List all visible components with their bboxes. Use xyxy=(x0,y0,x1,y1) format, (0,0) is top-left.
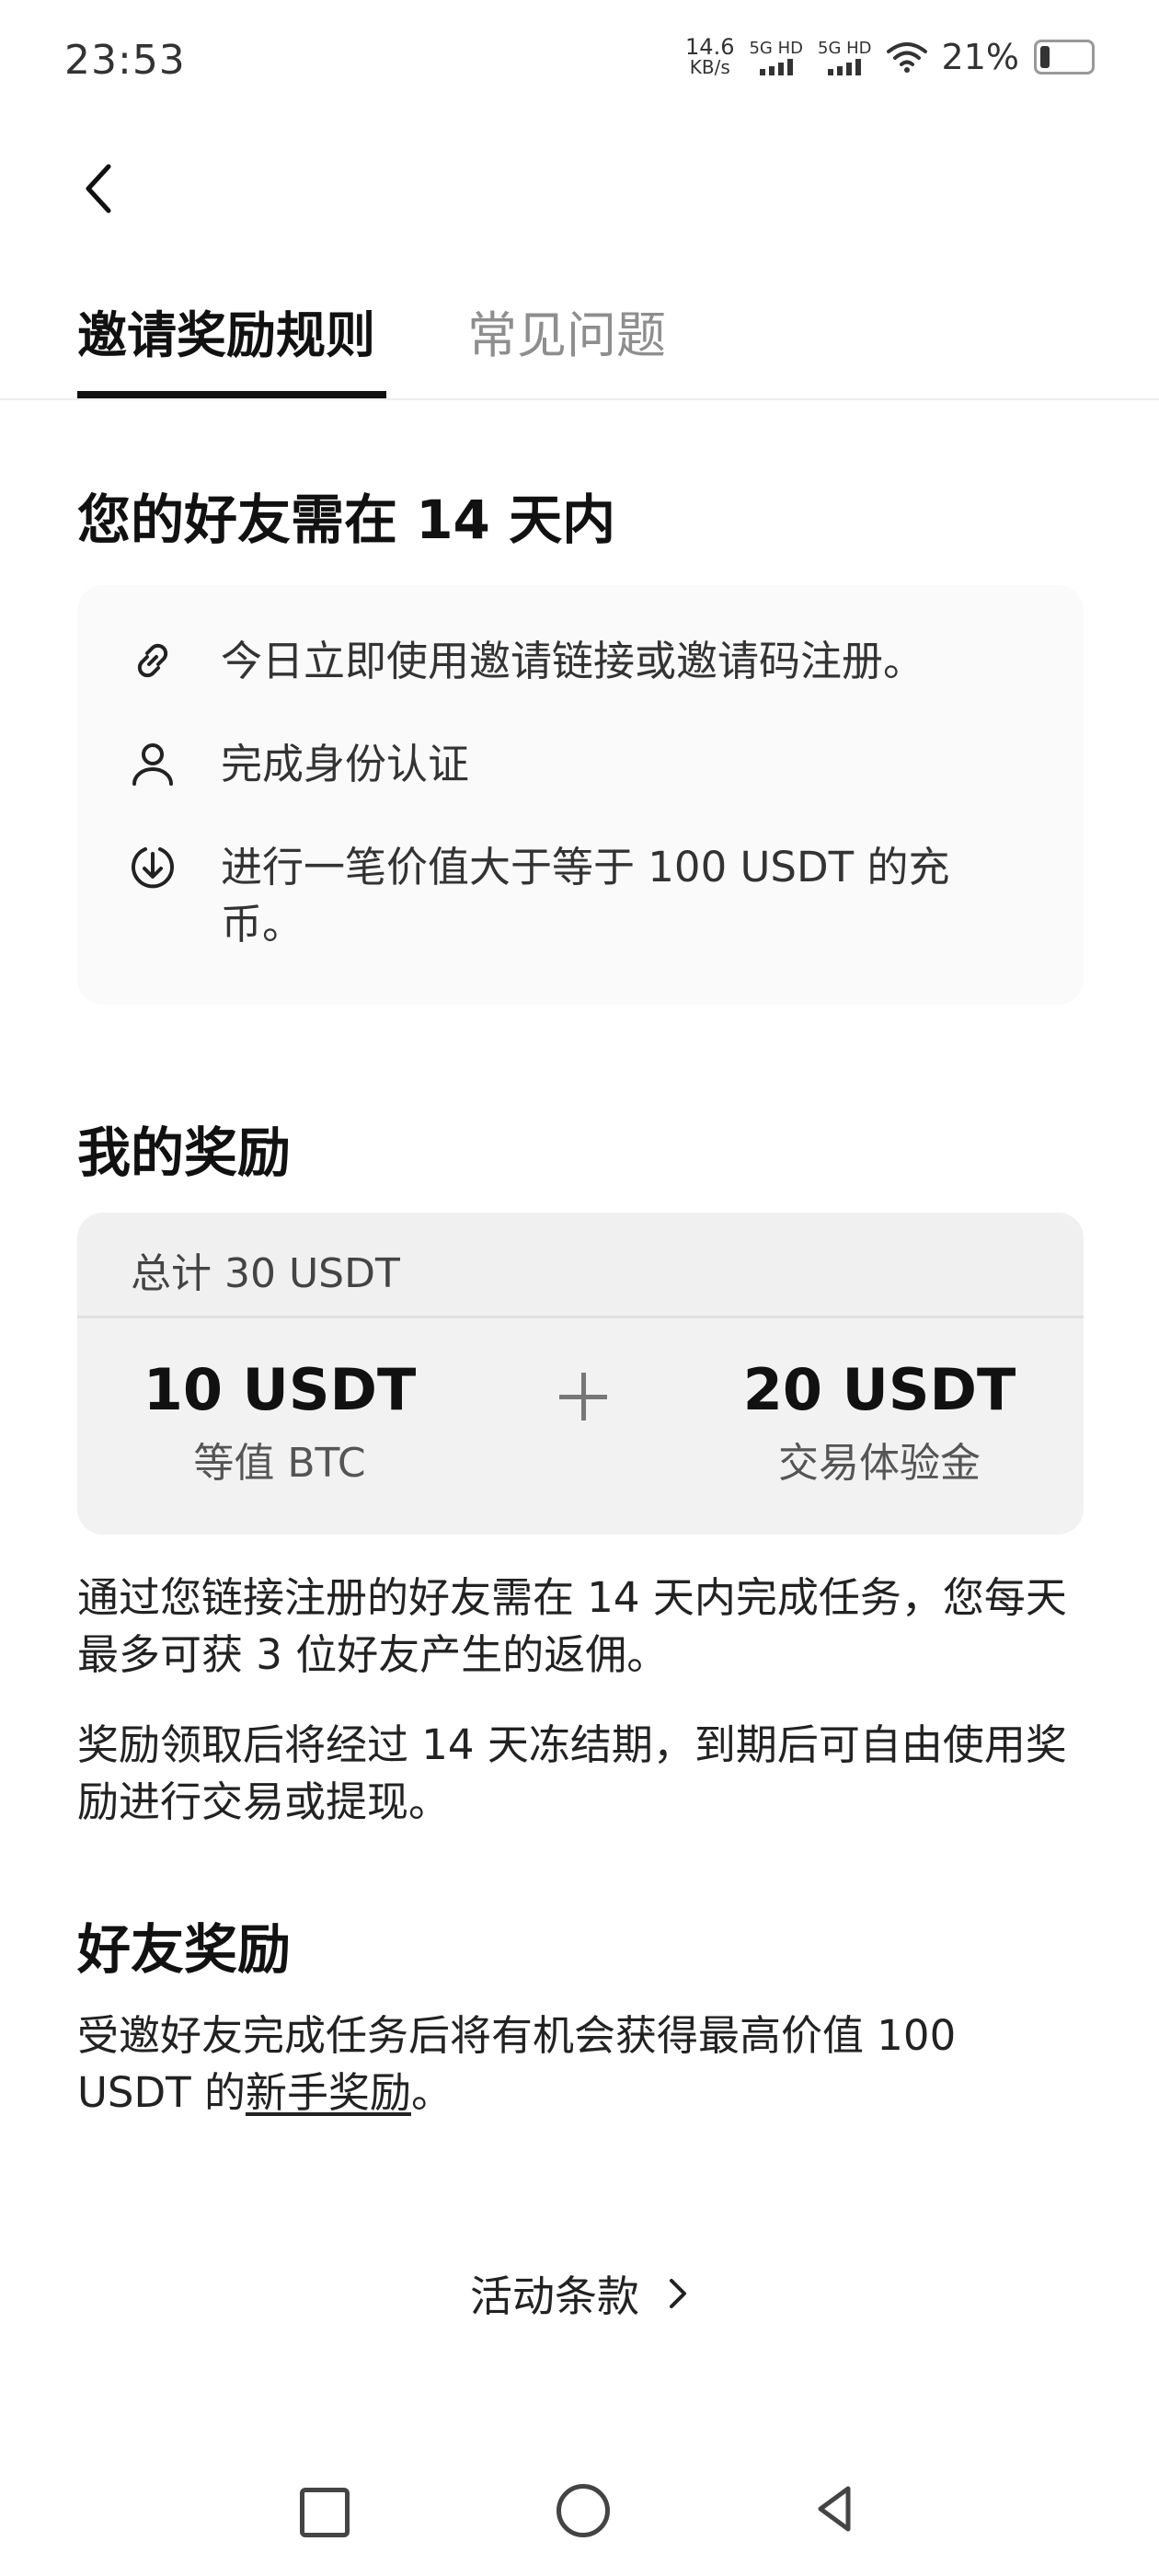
friend-rewards-paragraph: 受邀好友完成任务后将有机会获得最高价值 100 USDT 的新手奖励。 xyxy=(77,2007,1080,2122)
chevron-left-icon xyxy=(86,164,111,213)
network-speed: 14.6 KB/s xyxy=(685,34,735,78)
signal-bars-icon xyxy=(828,59,862,75)
status-time: 23:53 xyxy=(64,37,186,84)
reward-trial-amount: 20 USDT xyxy=(742,1356,1016,1423)
task-step-text: 今日立即使用邀请链接或邀请码注册。 xyxy=(221,637,925,685)
tab-bar: 邀请奖励规则 常见问题 xyxy=(77,294,1082,396)
tab-divider xyxy=(0,398,1159,400)
battery-percent: 21% xyxy=(941,37,1019,77)
signal-bars-icon xyxy=(759,59,793,75)
friend-rewards-title: 好友奖励 xyxy=(77,1918,292,1981)
task-step-text: 完成身份认证 xyxy=(221,740,470,788)
nav-recents-button[interactable] xyxy=(300,2488,350,2537)
friend-rewards-text-end: 。 xyxy=(410,2068,453,2117)
signal-2-label: 5G HD xyxy=(818,39,872,58)
terms-link[interactable]: 活动条款 xyxy=(0,2263,1159,2324)
my-rewards-title: 我的奖励 xyxy=(77,1121,292,1184)
task-step-text: 进行一笔价值大于等于 100 USDT 的充币。 xyxy=(221,843,950,949)
tab-active-indicator xyxy=(77,391,386,398)
signal-1: 5G HD xyxy=(749,39,803,75)
tab-invite-rules[interactable]: 邀请奖励规则 xyxy=(77,294,375,367)
plus-icon xyxy=(556,1369,611,1424)
reward-total-row: 总计 30 USDT xyxy=(77,1213,1084,1318)
nav-home-button[interactable] xyxy=(557,2484,610,2537)
network-speed-unit: KB/s xyxy=(689,56,730,78)
deposit-icon xyxy=(125,839,180,894)
user-icon xyxy=(125,736,180,791)
rewards-paragraph-1: 通过您链接注册的好友需在 14 天内完成任务，您每天最多可获 3 位好友产生的返… xyxy=(77,1573,1067,1679)
task-step: 进行一笔价值大于等于 100 USDT 的充币。 xyxy=(77,839,1084,953)
status-icons: 14.6 KB/s 5G HD 5G HD 21% xyxy=(685,34,1095,78)
battery-icon xyxy=(1034,40,1095,75)
friend-rewards-text: 受邀好友完成任务后将有机会获得最高价值 100 USDT 的 xyxy=(77,2011,957,2117)
network-speed-value: 14.6 xyxy=(685,34,735,60)
reward-total: 总计 30 USDT xyxy=(131,1250,400,1297)
signal-2: 5G HD xyxy=(818,39,872,75)
back-button[interactable] xyxy=(72,156,127,221)
reward-btc-amount: 10 USDT xyxy=(143,1356,417,1423)
reward-btc-desc: 等值 BTC xyxy=(193,1440,366,1487)
task-step: 完成身份认证 xyxy=(77,736,1084,793)
signal-1-label: 5G HD xyxy=(749,39,803,58)
tab-faq[interactable]: 常见问题 xyxy=(467,294,666,367)
newbie-reward-link[interactable]: 新手奖励 xyxy=(246,2068,411,2117)
rewards-paragraph-2: 奖励领取后将经过 14 天冻结期，到期后可自由使用奖励进行交易或提现。 xyxy=(77,1720,1067,1826)
task-step: 今日立即使用邀请链接或邀请码注册。 xyxy=(77,633,1084,690)
friend-tasks-card: 今日立即使用邀请链接或邀请码注册。 完成身份认证 进行一笔价值大于等于 100 … xyxy=(77,585,1084,1005)
nav-back-button[interactable] xyxy=(809,2481,865,2536)
chevron-right-icon xyxy=(670,2279,686,2308)
friend-tasks-title: 您的好友需在 14 天内 xyxy=(77,489,616,551)
terms-link-label: 活动条款 xyxy=(470,2271,639,2321)
reward-card: 总计 30 USDT 10 USDT 等值 BTC 20 USDT 交易体验金 xyxy=(77,1213,1084,1535)
link-icon xyxy=(125,633,180,688)
triangle-back-icon xyxy=(818,2486,851,2532)
wifi-icon xyxy=(886,42,927,73)
reward-trial-desc: 交易体验金 xyxy=(778,1440,981,1487)
